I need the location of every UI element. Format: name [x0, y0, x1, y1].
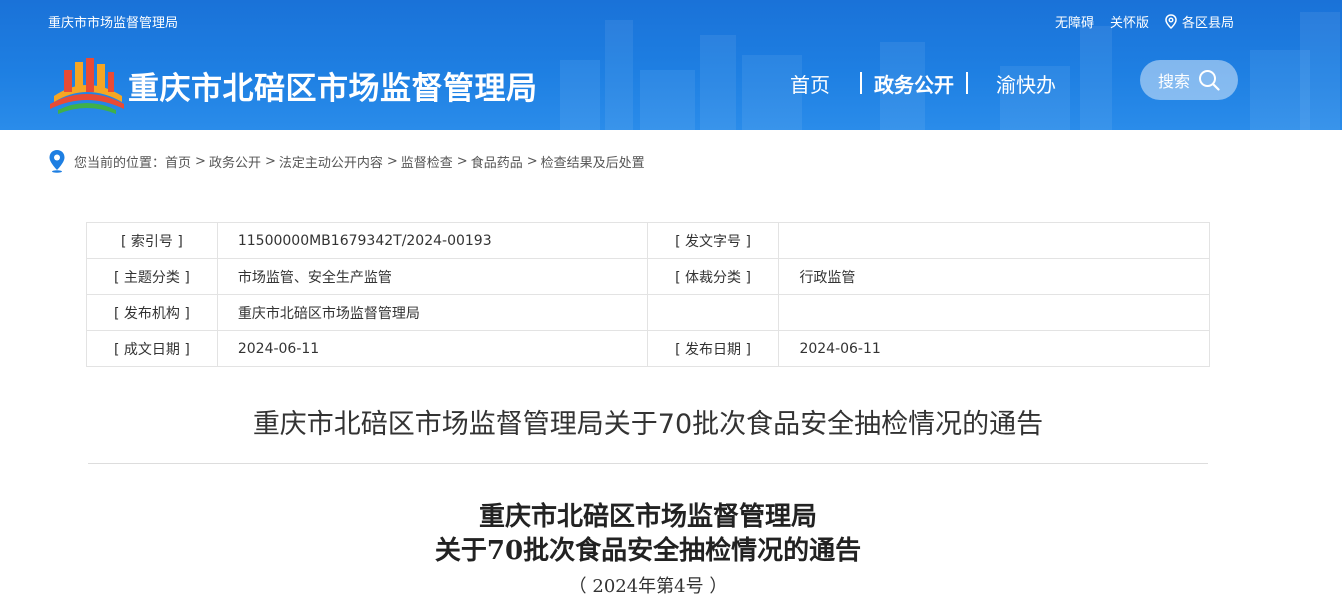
site-logo-icon — [50, 58, 124, 114]
nav-yukuaiban[interactable]: 渝快办 — [996, 69, 1056, 98]
location-pin-icon — [1165, 14, 1177, 29]
meta-value-publish-date: 2024-06-11 — [778, 330, 1210, 367]
districts-label: 各区县局 — [1181, 16, 1234, 31]
meta-label-empty — [646, 294, 780, 331]
nav-separator — [966, 72, 968, 94]
article-number: （ 2024年第4号 ） — [568, 576, 728, 597]
meta-value-doc-no — [778, 222, 1210, 259]
breadcrumb-separator: > — [386, 153, 398, 169]
table-row: [ 发布机构 ] 重庆市北碚区市场监督管理局 — [86, 294, 1210, 331]
site-title[interactable]: 重庆市北碚区市场监督管理局 — [128, 63, 538, 108]
meta-label-topic: [ 主题分类 ] — [86, 258, 218, 295]
breadcrumb-prefix: 您当前的位置： — [74, 155, 166, 171]
meta-label-publish-date: [ 发布日期 ] — [646, 330, 780, 367]
meta-label-index-no: [ 索引号 ] — [86, 222, 218, 259]
meta-label-written-date: [ 成文日期 ] — [86, 330, 218, 367]
meta-value-genre: 行政监管 — [778, 258, 1210, 295]
site-header: 重庆市市场监督管理局 无障碍 关怀版 各区县局 重庆市北碚区市场监督管理局 首页… — [0, 0, 1342, 130]
breadcrumb-separator: > — [195, 153, 206, 169]
article-heading-line1: 重庆市北碚区市场监督管理局 — [478, 502, 817, 532]
breadcrumb-separator: > — [456, 153, 468, 169]
elderly-mode-link[interactable]: 关怀版 — [1110, 12, 1149, 31]
location-pin-icon — [49, 150, 65, 173]
breadcrumb-item-gov-affairs[interactable]: 政务公开 — [209, 152, 261, 171]
nav-home[interactable]: 首页 — [790, 69, 830, 98]
search-button[interactable]: 搜索 — [1140, 60, 1238, 100]
parent-site-link[interactable]: 重庆市市场监督管理局 — [48, 12, 178, 31]
title-divider — [88, 463, 1208, 464]
meta-value-publisher: 重庆市北碚区市场监督管理局 — [216, 294, 648, 331]
breadcrumb-item-statutory-disclosure[interactable]: 法定主动公开内容 — [279, 152, 383, 171]
page-title: 重庆市北碚区市场监督管理局关于70批次食品安全抽检情况的通告 — [252, 409, 1044, 440]
meta-value-written-date: 2024-06-11 — [216, 330, 648, 367]
districts-link[interactable]: 各区县局 — [1165, 12, 1234, 31]
search-icon — [1199, 70, 1220, 91]
meta-value-index-no: 11500000MB1679342T/2024-00193 — [216, 222, 648, 259]
breadcrumb-item-food-drugs[interactable]: 食品药品 — [471, 152, 523, 171]
meta-label-publisher: [ 发布机构 ] — [86, 294, 218, 331]
accessibility-label: 无障碍 — [1054, 16, 1094, 31]
nav-separator — [860, 72, 862, 94]
top-links: 无障碍 关怀版 各区县局 — [1039, 12, 1234, 31]
elderly-mode-label: 关怀版 — [1109, 16, 1149, 31]
meta-value-empty — [778, 294, 1210, 331]
article-heading: 重庆市北碚区市场监督管理局 关于70批次食品安全抽检情况的通告 （ 2024年第… — [88, 500, 1208, 602]
search-label: 搜索 — [1157, 72, 1190, 91]
breadcrumb-separator: > — [264, 153, 276, 169]
article-heading-line2: 关于70批次食品安全抽检情况的通告 — [434, 536, 862, 566]
main-nav: 首页 政务公开 渝快办 — [790, 68, 1056, 98]
meta-value-topic: 市场监管、安全生产监管 — [216, 258, 648, 295]
document-meta-table: [ 索引号 ] 11500000MB1679342T/2024-00193 [ … — [86, 222, 1210, 367]
table-row: [ 索引号 ] 11500000MB1679342T/2024-00193 [ … — [86, 222, 1210, 259]
breadcrumb-item-supervision[interactable]: 监督检查 — [401, 152, 453, 171]
meta-label-doc-no: [ 发文字号 ] — [646, 222, 780, 259]
meta-label-genre: [ 体裁分类 ] — [646, 258, 780, 295]
table-row: [ 成文日期 ] 2024-06-11 [ 发布日期 ] 2024-06-11 — [86, 330, 1210, 367]
table-row: [ 主题分类 ] 市场监管、安全生产监管 [ 体裁分类 ] 行政监管 — [86, 258, 1210, 295]
breadcrumb-item-inspection-results[interactable]: 检查结果及后处置 — [541, 152, 645, 171]
breadcrumb-item-home[interactable]: 首页 — [165, 152, 191, 171]
breadcrumb: 您当前的位置： 首页 > 政务公开 > 法定主动公开内容 > 监督检查 > 食品… — [48, 148, 645, 174]
nav-gov-affairs[interactable]: 政务公开 — [874, 69, 954, 98]
accessibility-link[interactable]: 无障碍 — [1055, 12, 1094, 31]
breadcrumb-separator: > — [526, 153, 538, 169]
